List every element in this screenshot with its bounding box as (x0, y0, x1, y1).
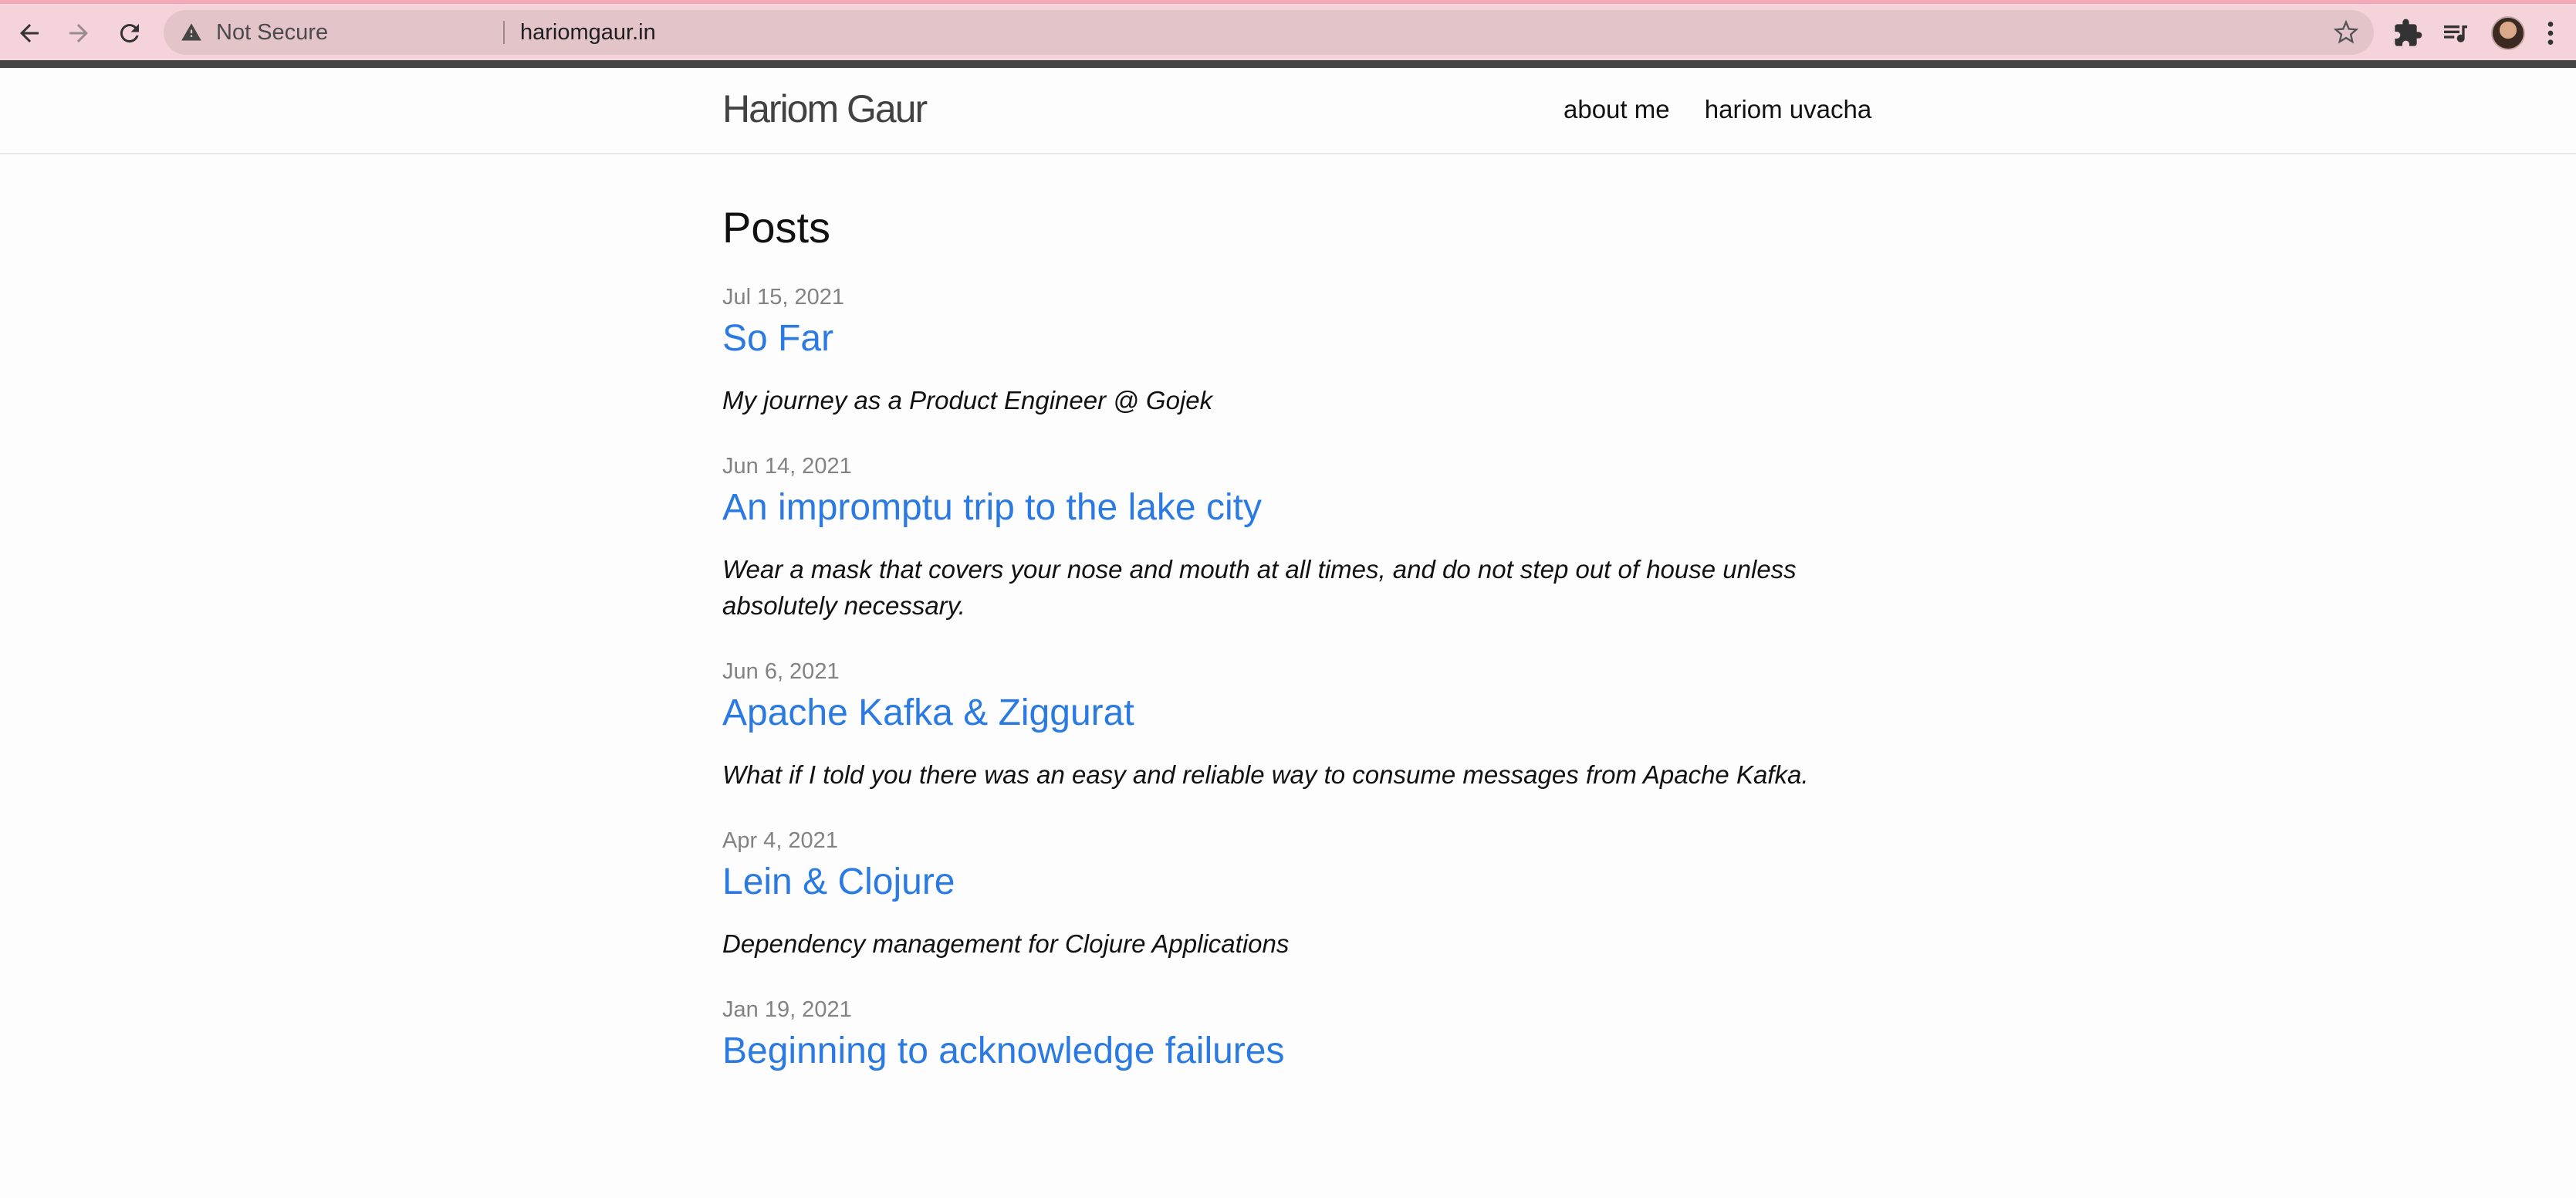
bookmark-star-icon[interactable] (2334, 20, 2358, 45)
nav-link-hariom-uvacha[interactable]: hariom uvacha (1705, 95, 1871, 124)
post-excerpt: Wear a mask that covers your nose and mo… (722, 555, 1797, 620)
omnibox-divider (503, 21, 505, 44)
site-title[interactable]: Hariom Gaur (722, 86, 928, 131)
post-title-link[interactable]: Beginning to acknowledge failures (722, 1027, 1864, 1076)
post-item: Jan 19, 2021 Beginning to acknowledge fa… (722, 996, 1864, 1076)
site-header: Hariom Gaur about me hariom uvacha (0, 68, 2576, 154)
profile-avatar[interactable] (2491, 16, 2525, 50)
nav-link-about-me[interactable]: about me (1564, 95, 1670, 124)
post-title-link[interactable]: So Far (722, 314, 1864, 364)
forward-button[interactable] (57, 12, 100, 55)
post-date: Jun 14, 2021 (722, 454, 852, 479)
page-load-bar (0, 60, 2576, 68)
site-nav: about me hariom uvacha (1564, 95, 1899, 124)
post-date: Apr 4, 2021 (722, 828, 838, 853)
post-date: Jun 6, 2021 (722, 659, 840, 684)
security-label[interactable]: Not Secure (216, 10, 328, 55)
post-date: Jul 15, 2021 (722, 285, 845, 310)
post-title-link[interactable]: Apache Kafka & Ziggurat (722, 689, 1864, 738)
post-excerpt: My journey as a Product Engineer @ Gojek (722, 386, 1213, 415)
reload-icon (120, 24, 139, 43)
url-text[interactable]: hariomgaur.in (520, 10, 656, 55)
extensions-puzzle-icon[interactable] (2392, 18, 2423, 49)
media-queue-icon[interactable] (2440, 18, 2471, 49)
post-title-link[interactable]: An impromptu trip to the lake city (722, 483, 1864, 533)
post-item: Jun 14, 2021 An impromptu trip to the la… (722, 452, 1864, 624)
post-excerpt: Dependency management for Clojure Applic… (722, 929, 1290, 958)
post-excerpt: What if I told you there was an easy and… (722, 760, 1809, 789)
post-item: Apr 4, 2021 Lein & Clojure Dependency ma… (722, 827, 1864, 962)
post-date: Jan 19, 2021 (722, 997, 852, 1022)
post-item: Jun 6, 2021 Apache Kafka & Ziggurat What… (722, 658, 1864, 793)
address-bar[interactable]: Not Secure hariomgaur.in (164, 10, 2374, 55)
post-list-section: Posts Jul 15, 2021 So Far My journey as … (722, 202, 1864, 1110)
reload-button[interactable] (108, 12, 151, 55)
forward-arrow-icon (69, 24, 88, 42)
post-title-link[interactable]: Lein & Clojure (722, 858, 1864, 907)
back-arrow-icon (20, 24, 39, 42)
more-menu-icon[interactable] (2539, 18, 2562, 49)
page-heading: Posts (722, 203, 831, 252)
post-item: Jul 15, 2021 So Far My journey as a Prod… (722, 283, 1864, 418)
warning-icon (181, 23, 201, 41)
back-button[interactable] (8, 12, 51, 55)
browser-toolbar: Not Secure hariomgaur.in (0, 0, 2576, 60)
